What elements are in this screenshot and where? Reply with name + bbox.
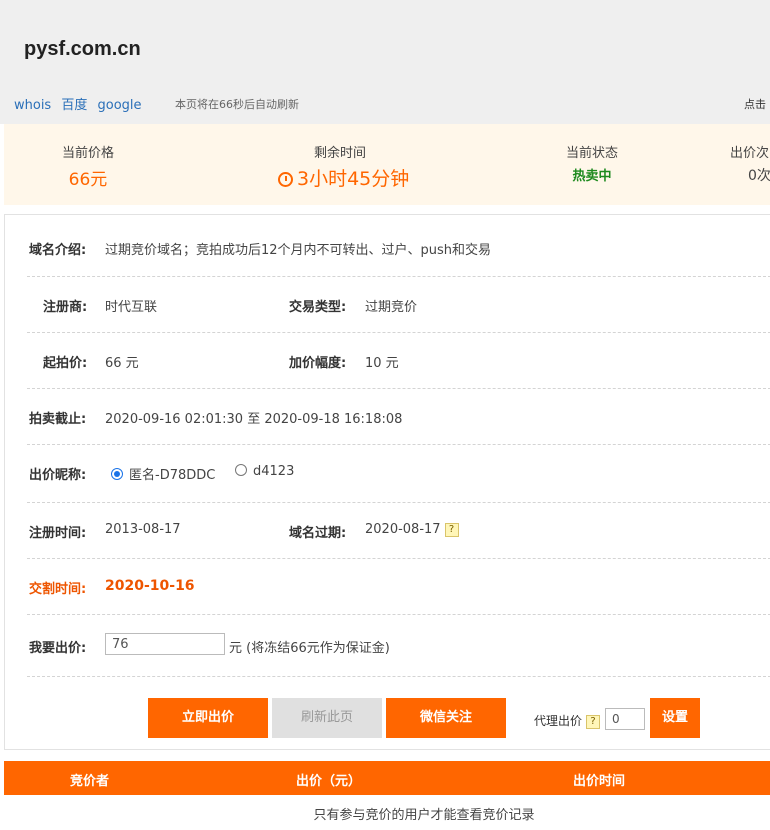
- proxy-bid-input[interactable]: [605, 708, 645, 730]
- price-row: 起拍价: 66 元 加价幅度: 10 元: [27, 333, 770, 389]
- trade-type-label: 交易类型:: [289, 300, 347, 315]
- trade-type-value: 过期竞价: [365, 300, 418, 315]
- nickname-option-user[interactable]: d4123: [235, 464, 294, 479]
- delivery-label: 交割时间:: [29, 582, 87, 597]
- radio-selected-icon[interactable]: [111, 468, 123, 480]
- proxy-bid-label: 代理出价: [534, 714, 583, 728]
- increment-label: 加价幅度:: [289, 356, 347, 371]
- deadline-label: 拍卖截止:: [29, 412, 87, 427]
- reg-time-label: 注册时间:: [29, 526, 87, 541]
- expire-value-wrap: 2020-08-17?: [365, 522, 459, 537]
- current-status: 当前状态 热卖中: [554, 142, 630, 184]
- radio-unselected-icon[interactable]: [235, 464, 247, 476]
- google-link[interactable]: google: [98, 98, 142, 113]
- reg-time-value: 2013-08-17: [105, 522, 181, 537]
- bid-table-header: 竞价者 出价（元） 出价时间: [4, 761, 770, 795]
- whois-link[interactable]: whois: [14, 98, 51, 113]
- bid-records-note: 只有参与竞价的用户才能查看竞价记录: [313, 808, 535, 823]
- registrar-label: 注册商:: [43, 300, 88, 315]
- intro-row: 域名介绍: 过期竞价域名；竞拍成功后12个月内不可转出、过户、push和交易: [27, 215, 770, 277]
- col-price: 出价（元）: [296, 774, 362, 789]
- help-icon[interactable]: ?: [444, 522, 459, 537]
- auto-refresh-note: 本页将在66秒后自动刷新: [175, 98, 299, 111]
- remaining-time: 3小时45分钟: [278, 164, 409, 191]
- dates-row: 注册时间: 2013-08-17 域名过期: 2020-08-17?: [27, 503, 770, 559]
- registrar-row: 注册商: 时代互联 交易类型: 过期竞价: [27, 277, 770, 333]
- remaining-time-value: 3小时45分钟: [297, 168, 410, 190]
- current-price-label: 当前价格: [61, 146, 114, 161]
- bid-count-value: 0次: [748, 168, 770, 184]
- registrar-value: 时代互联: [105, 300, 158, 315]
- intro-label: 域名介绍:: [29, 243, 87, 258]
- page-header: pysf.com.cn whois 百度 google 本页将在66秒后自动刷新…: [0, 0, 770, 124]
- delivery-row: 交割时间: 2020-10-16: [27, 559, 770, 615]
- start-price-value: 66 元: [105, 356, 139, 371]
- bid-count-label: 出价次: [730, 146, 770, 161]
- auction-summary: 当前价格 66元 剩余时间 3小时45分钟 当前状态 热卖中 出价次 0次: [4, 124, 770, 205]
- nickname-label: 出价昵称:: [29, 468, 87, 483]
- bid-amount-input[interactable]: [105, 633, 225, 655]
- set-proxy-button[interactable]: 设置: [650, 698, 700, 738]
- deadline-value: 2020-09-16 02:01:30 至 2020-09-18 16:18:0…: [105, 412, 403, 427]
- deadline-row: 拍卖截止: 2020-09-16 02:01:30 至 2020-09-18 1…: [27, 389, 770, 445]
- clock-icon: [278, 172, 293, 187]
- bid-label: 我要出价:: [29, 641, 87, 656]
- expire-value: 2020-08-17: [365, 522, 441, 537]
- proxy-bid: 代理出价?: [534, 712, 601, 729]
- expire-label: 域名过期:: [289, 526, 347, 541]
- domain-title: pysf.com.cn: [24, 38, 141, 60]
- nickname-row: 出价昵称: 匿名-D78DDC d4123: [27, 445, 770, 503]
- wechat-follow-button[interactable]: 微信关注: [386, 698, 506, 738]
- lookup-links: whois 百度 google: [14, 94, 148, 113]
- intro-value: 过期竞价域名；竞拍成功后12个月内不可转出、过户、push和交易: [105, 243, 492, 258]
- bid-note: 元 (将冻结66元作为保证金): [229, 641, 390, 656]
- current-price-value: 66元: [68, 170, 108, 190]
- increment-value: 10 元: [365, 356, 399, 371]
- proxy-help-icon[interactable]: ?: [586, 714, 601, 729]
- col-time: 出价时间: [573, 774, 626, 789]
- refresh-button[interactable]: 刷新此页: [272, 698, 382, 738]
- click-note[interactable]: 点击: [744, 96, 766, 112]
- nickname-option-user-label: d4123: [253, 464, 295, 479]
- bid-count: 出价次 0次: [730, 142, 770, 185]
- current-status-label: 当前状态: [565, 146, 618, 161]
- remaining-time-label: 剩余时间: [313, 146, 366, 161]
- baidu-link[interactable]: 百度: [61, 98, 87, 113]
- nickname-option-anonymous[interactable]: 匿名-D78DDC: [111, 464, 215, 483]
- remaining-time-label-wrap: 剩余时间: [300, 142, 380, 161]
- bid-now-button[interactable]: 立即出价: [148, 698, 268, 738]
- delivery-value: 2020-10-16: [105, 578, 195, 594]
- current-status-value: 热卖中: [572, 169, 612, 184]
- detail-panel: 域名介绍: 过期竞价域名；竞拍成功后12个月内不可转出、过户、push和交易 注…: [4, 214, 770, 750]
- nickname-option-anonymous-label: 匿名-D78DDC: [129, 468, 216, 483]
- current-price: 当前价格 66元: [50, 142, 126, 190]
- start-price-label: 起拍价:: [43, 356, 88, 371]
- col-bidder: 竞价者: [70, 774, 110, 789]
